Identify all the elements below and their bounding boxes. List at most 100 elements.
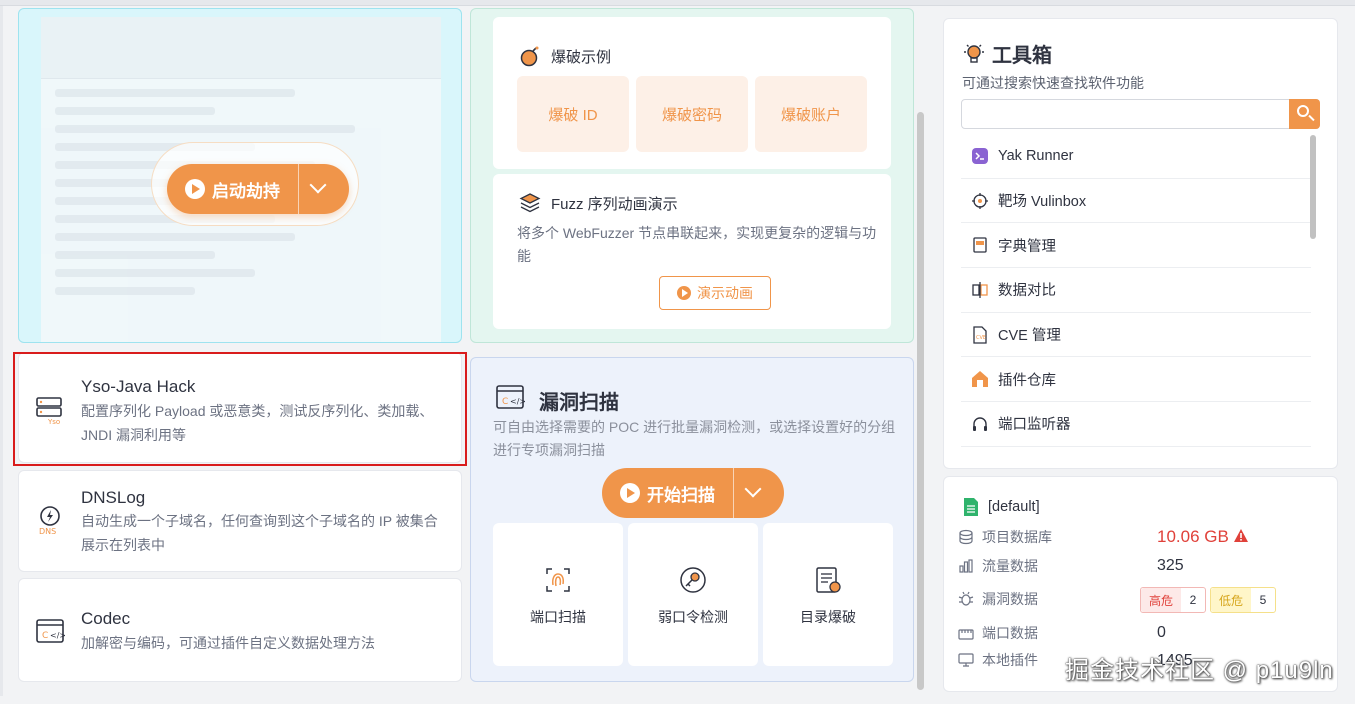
svg-text:</>: </> — [50, 631, 65, 640]
start-scan-button[interactable]: 开始扫描 — [602, 468, 784, 518]
lightbulb-icon — [964, 44, 984, 63]
svg-text:DNS: DNS — [39, 527, 56, 535]
database-icon — [959, 529, 973, 545]
weak-password-tile[interactable]: 弱口令检测 — [628, 523, 758, 666]
start-hijack-button[interactable]: 启动劫持 — [167, 164, 349, 214]
toolbox-search-input[interactable] — [961, 99, 1320, 129]
codec-card[interactable]: C </> Codec 加解密与编码，可通过插件自定义数据处理方法 — [18, 578, 462, 682]
layers-icon — [519, 193, 541, 213]
brute-id-tile[interactable]: 爆破 ID — [517, 76, 629, 152]
yso-description: 配置序列化 Payload 或恶意类，测试反序列化、类加载、JNDI 漏洞利用等 — [81, 403, 434, 443]
fuzz-demo-card: Fuzz 序列动画演示 将多个 WebFuzzer 节点串联起来，实现更复杂的逻… — [493, 174, 891, 329]
toolbox-list: Yak Runner 靶场 Vulinbox 字典管理 数据对比 CVE CVE… — [961, 134, 1311, 447]
brute-example-card: 爆破示例 爆破 ID 爆破密码 爆破账户 — [493, 17, 891, 169]
brute-account-tile[interactable]: 爆破账户 — [755, 76, 867, 152]
vuln-label: 漏洞数据 — [982, 591, 1038, 607]
fuzz-demo-description: 将多个 WebFuzzer 节点串联起来，实现更复杂的逻辑与功能 — [517, 225, 877, 264]
plugin-row: 本地插件 — [958, 650, 1038, 670]
warning-icon — [1233, 529, 1248, 542]
db-size-value: 10.06 GB — [1157, 527, 1248, 547]
toolbox-item-cve[interactable]: CVE CVE 管理 — [961, 313, 1311, 358]
toolbox-scrollbar[interactable] — [1310, 135, 1316, 239]
toolbox-item-label: 端口监听器 — [998, 417, 1071, 434]
toolbox-item-port-listener[interactable]: 端口监听器 — [961, 402, 1311, 447]
play-icon — [677, 286, 691, 300]
compare-icon — [972, 281, 988, 298]
bomb-icon — [520, 46, 539, 67]
cve-icon: CVE — [973, 325, 987, 344]
port-scan-label: 端口扫描 — [530, 609, 586, 625]
toolbox-item-compare[interactable]: 数据对比 — [961, 268, 1311, 313]
fingerprint-icon — [546, 568, 570, 592]
port-row: 端口数据 — [958, 623, 1038, 643]
brute-example-title: 爆破示例 — [551, 48, 612, 66]
codec-title: Codec — [81, 609, 131, 628]
dnslog-description: 自动生成一个子域名，任何查询到这个子域名的 IP 被集合展示在列表中 — [81, 513, 438, 553]
toolbox-item-vulinbox[interactable]: 靶场 Vulinbox — [961, 179, 1311, 224]
vuln-scan-card: C </> 漏洞扫描 可自由选择需要的 POC 进行批量漏洞检测，或选择设置好的… — [470, 357, 914, 682]
svg-text:CVE: CVE — [976, 335, 986, 341]
store-icon — [972, 371, 988, 388]
dir-brute-tile[interactable]: 目录爆破 — [763, 523, 893, 666]
scan-code-icon: C </> — [496, 385, 525, 409]
plugin-label: 本地插件 — [982, 652, 1038, 668]
dictionary-icon — [973, 237, 987, 253]
brute-password-tile[interactable]: 爆破密码 — [636, 76, 748, 152]
search-button[interactable] — [1289, 99, 1320, 129]
toolbox-item-label: 靶场 Vulinbox — [998, 194, 1087, 211]
toolbox-item-label: 插件仓库 — [998, 372, 1056, 389]
toolbox-title: 工具箱 — [992, 45, 1052, 67]
vuln-scan-title: 漏洞扫描 — [539, 392, 619, 414]
play-demo-label: 演示动画 — [697, 285, 753, 301]
toolbox-item-label: 字典管理 — [998, 238, 1056, 255]
dir-brute-label: 目录爆破 — [800, 609, 856, 625]
codec-icon: C </> — [36, 619, 65, 643]
svg-text:C: C — [502, 397, 508, 407]
fuzz-demo-title: Fuzz 序列动画演示 — [551, 195, 678, 213]
traffic-value: 325 — [1157, 557, 1184, 574]
yso-icon: Yso — [36, 397, 62, 425]
watermark: 掘金技术社区 @ p1u9ln — [1065, 657, 1334, 684]
toolbox-panel: 工具箱 可通过搜索快速查找软件功能 Yak Runner 靶场 Vulinbox… — [943, 18, 1338, 469]
target-icon — [972, 192, 988, 209]
yso-title: Yso-Java Hack — [81, 377, 196, 396]
dnslog-card[interactable]: DNS DNSLog 自动生成一个子域名，任何查询到这个子域名的 IP 被集合展… — [18, 470, 462, 572]
toolbox-item-plugin-store[interactable]: 插件仓库 — [961, 357, 1311, 403]
search-icon — [1297, 105, 1309, 117]
vuln-scan-description: 可自由选择需要的 POC 进行批量漏洞检测，或选择设置好的分组进行专项漏洞扫描 — [493, 419, 896, 458]
traffic-row: 流量数据 — [958, 556, 1038, 576]
document-scan-icon — [816, 567, 841, 593]
hijack-preview-card: 启动劫持 — [18, 8, 462, 343]
examples-panel: 爆破示例 爆破 ID 爆破密码 爆破账户 Fuzz 序列动画演示 将多个 Web… — [470, 8, 914, 343]
svg-text:C: C — [42, 631, 48, 641]
dnslog-icon: DNS — [39, 506, 60, 535]
toolbox-item-label: CVE 管理 — [998, 328, 1061, 345]
vuln-row: 漏洞数据 — [958, 589, 1038, 609]
chevron-down-icon[interactable] — [309, 176, 327, 194]
play-icon — [185, 179, 205, 199]
left-edge — [0, 6, 3, 704]
weak-password-label: 弱口令检测 — [658, 609, 728, 625]
port-scan-tile[interactable]: 端口扫描 — [493, 523, 623, 666]
bar-chart-icon — [959, 559, 973, 573]
toolbox-subtitle: 可通过搜索快速查找软件功能 — [962, 75, 1144, 91]
port-label: 端口数据 — [982, 625, 1038, 641]
start-scan-label: 开始扫描 — [647, 485, 715, 505]
port-value: 0 — [1157, 624, 1166, 641]
low-risk-badge[interactable]: 低危 5 — [1210, 587, 1277, 613]
toolbox-item-dictionary[interactable]: 字典管理 — [961, 223, 1311, 269]
chevron-down-icon[interactable] — [744, 480, 762, 498]
play-icon — [620, 483, 640, 503]
terminal-icon — [972, 147, 988, 164]
port-icon — [958, 629, 974, 640]
toolbox-item-label: 数据对比 — [998, 283, 1056, 300]
yso-java-hack-card[interactable]: Yso Yso-Java Hack 配置序列化 Payload 或恶意类，测试反… — [18, 352, 462, 463]
main-scrollbar[interactable] — [917, 112, 924, 690]
play-demo-button[interactable]: 演示动画 — [659, 276, 771, 310]
start-hijack-label: 启动劫持 — [212, 181, 280, 201]
traffic-label: 流量数据 — [982, 558, 1038, 574]
toolbox-item-yak-runner[interactable]: Yak Runner — [961, 134, 1311, 179]
monitor-icon — [958, 653, 974, 667]
high-risk-badge[interactable]: 高危 2 — [1140, 587, 1207, 613]
spreadsheet-icon — [964, 498, 978, 516]
